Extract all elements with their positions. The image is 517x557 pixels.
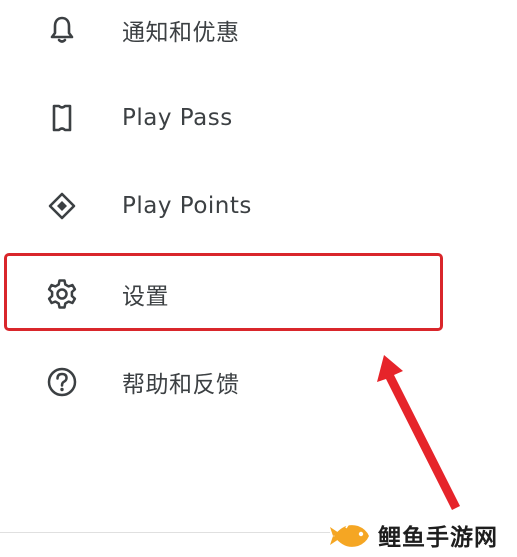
menu-item-label: Play Pass: [122, 105, 233, 131]
menu-item-label: 帮助和反馈: [122, 372, 240, 398]
menu-item-notifications[interactable]: 通知和优惠: [0, 0, 470, 70]
help-circle-icon: [44, 364, 80, 400]
menu-item-label: Play Points: [122, 193, 252, 219]
menu-item-settings[interactable]: 设置: [0, 254, 470, 334]
menu-item-help[interactable]: 帮助和反馈: [0, 342, 470, 422]
diamond-icon: [44, 188, 80, 224]
ticket-icon: [44, 100, 80, 136]
menu-item-play-pass[interactable]: Play Pass: [0, 78, 470, 158]
menu-screen: 通知和优惠 Play Pass Play Points 设置 帮助和反馈 鲤鱼手…: [0, 0, 517, 557]
divider: [0, 532, 330, 533]
watermark-text: 鲤鱼手游网: [378, 524, 498, 551]
gear-icon: [44, 276, 80, 312]
watermark: 鲤鱼手游网: [330, 512, 517, 557]
menu-item-play-points[interactable]: Play Points: [0, 166, 470, 246]
menu-item-label: 通知和优惠: [122, 20, 240, 46]
menu-item-label: 设置: [122, 284, 169, 310]
bell-icon: [44, 12, 80, 48]
fish-logo-icon: [330, 520, 369, 547]
